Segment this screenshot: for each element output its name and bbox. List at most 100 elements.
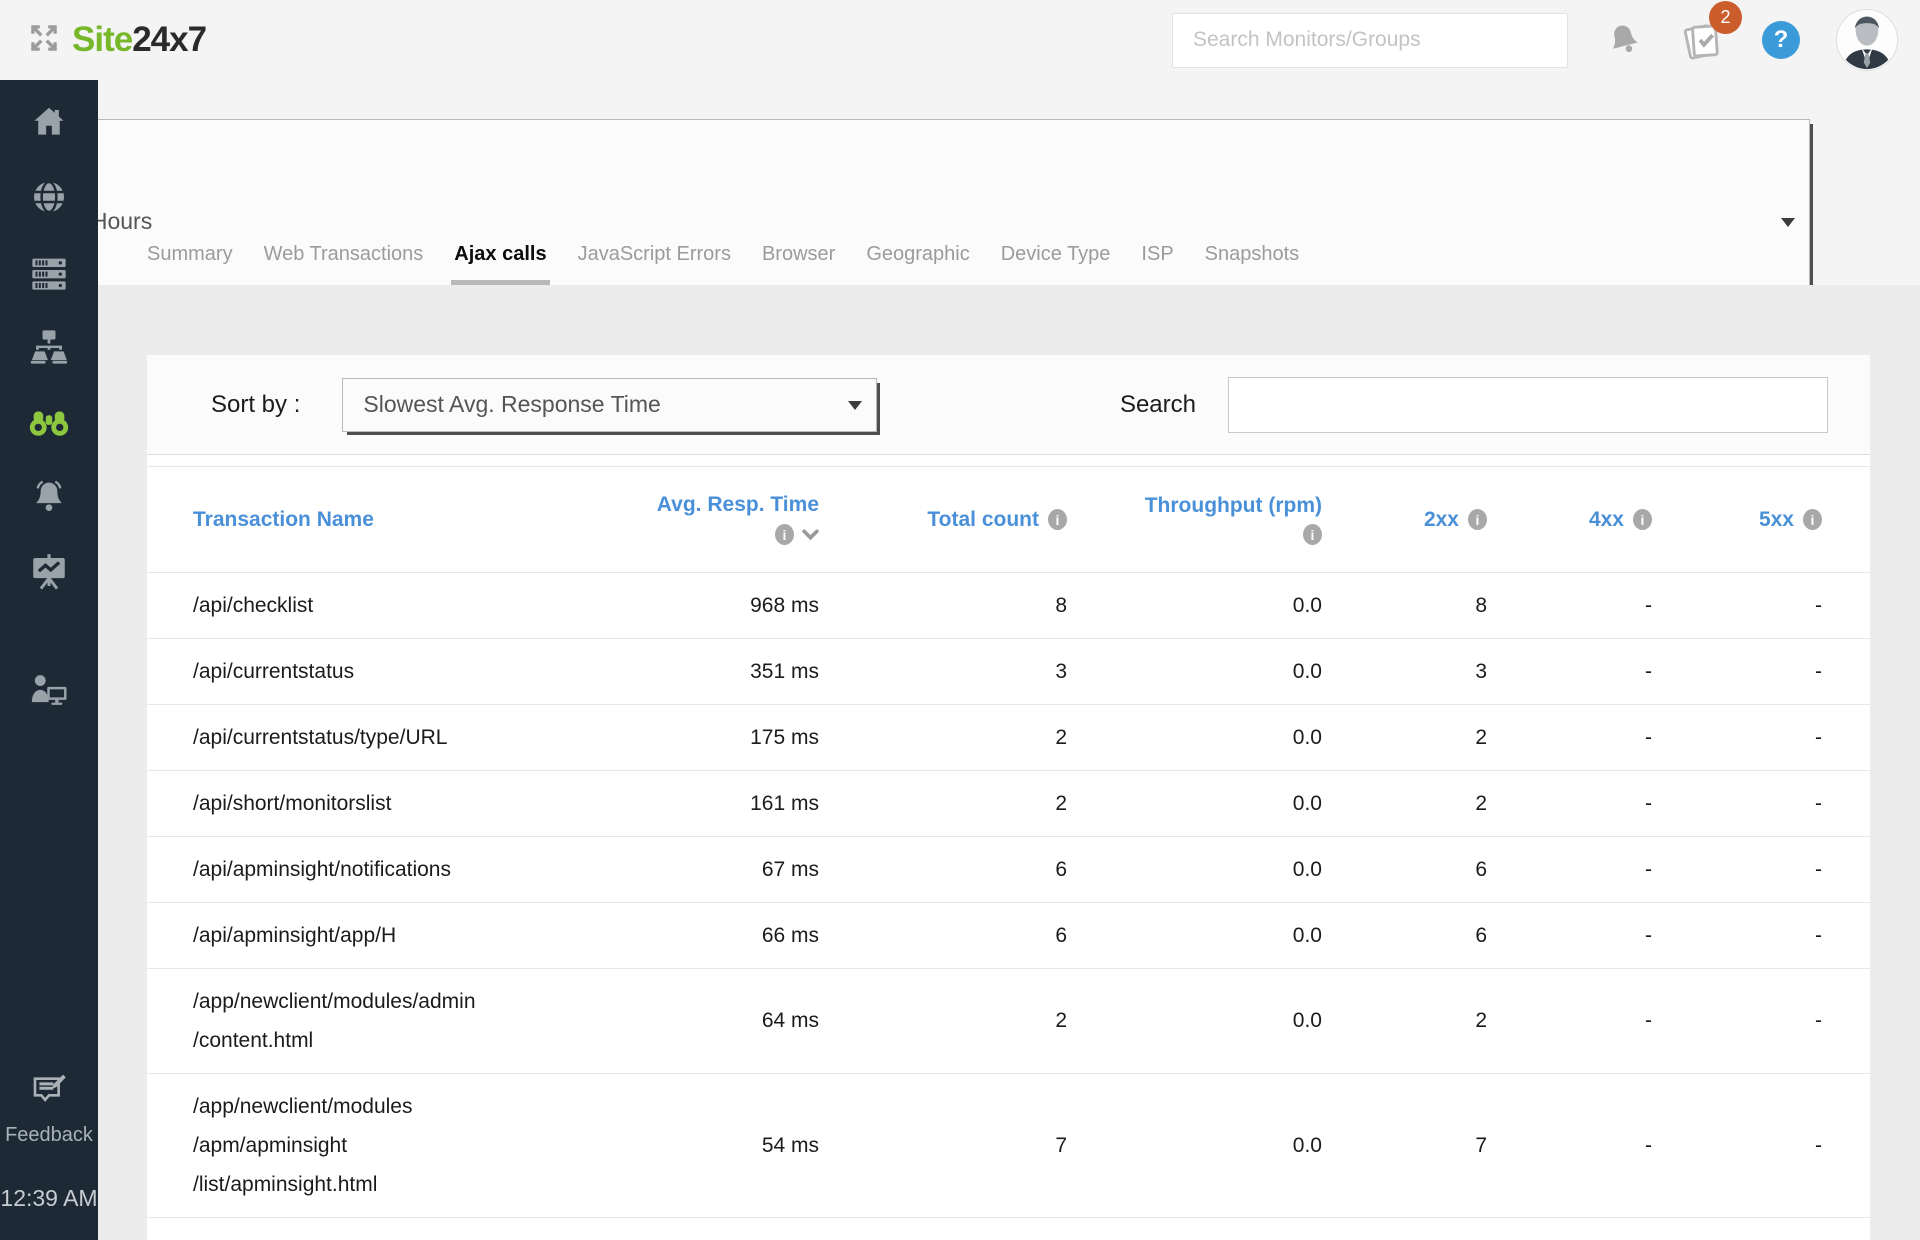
cell-5xx: - — [1815, 791, 1822, 815]
sort-by-label: Sort by : — [211, 390, 301, 418]
toolbar: Sort by : Slowest Avg. Response Time Sea… — [147, 355, 1870, 455]
sidebar-item-home[interactable] — [0, 84, 98, 159]
table-row[interactable]: /api/currentstatus/type/URL 175 ms 2 0.0… — [147, 704, 1870, 770]
cell-throughput: 0.0 — [1292, 857, 1322, 881]
cell-transaction-name[interactable]: /api/short/monitorslist — [193, 771, 579, 836]
cell-total-count: 2 — [1055, 791, 1067, 815]
notifications-bell-icon[interactable] — [1604, 20, 1644, 60]
sidebar-item-alarms-bell[interactable] — [0, 459, 98, 534]
cell-avg-resp-time: 175 ms — [750, 725, 819, 749]
table-row[interactable]: /api/apminsight/app/H 66 ms 6 0.0 6 - - — [147, 902, 1870, 968]
column-header-avg-resp-time[interactable]: Avg. Resp. Time i — [579, 493, 819, 547]
tab-bar: Summary Web Transactions Ajax calls JavaScr… — [147, 243, 1299, 285]
cell-2xx: 6 — [1475, 923, 1487, 947]
tab-isp[interactable]: ISP — [1141, 243, 1173, 285]
sort-by-value: Slowest Avg. Response Time — [363, 391, 661, 417]
cell-total-count: 2 — [1055, 1009, 1067, 1032]
cell-2xx: 2 — [1475, 1009, 1487, 1032]
tab-javascript-errors[interactable]: JavaScript Errors — [578, 243, 731, 285]
cell-transaction-name[interactable]: /app/newclient/modules/admin /content.ht… — [193, 969, 579, 1073]
cell-avg-resp-time: 351 ms — [750, 659, 819, 683]
cell-throughput: 0.0 — [1292, 1133, 1322, 1157]
column-header-5xx[interactable]: 5xx i — [1652, 508, 1822, 532]
cell-total-count: 8 — [1055, 593, 1067, 617]
cell-throughput: 0.0 — [1292, 791, 1322, 815]
table-row[interactable]: /api/short/monitorslist 161 ms 2 0.0 2 -… — [147, 770, 1870, 836]
logo-text: Site24x7 — [72, 20, 207, 59]
tab-browser[interactable]: Browser — [762, 243, 835, 285]
info-icon[interactable]: i — [1468, 509, 1487, 530]
cell-transaction-name[interactable]: /api/currentstatus/type/URL — [193, 705, 579, 770]
cell-avg-resp-time: 161 ms — [750, 791, 819, 815]
info-icon[interactable]: i — [1303, 524, 1322, 545]
cell-4xx: - — [1645, 857, 1652, 881]
info-icon[interactable]: i — [1048, 509, 1067, 530]
search-input[interactable] — [1172, 12, 1568, 68]
sidebar-item-internet[interactable] — [0, 159, 98, 234]
cell-4xx: - — [1645, 791, 1652, 815]
cell-transaction-name[interactable]: /app/newclient/modules /apm/apminsight /… — [193, 1074, 579, 1217]
sidebar-item-rum-binoculars[interactable] — [0, 384, 98, 459]
tab-geographic[interactable]: Geographic — [866, 243, 969, 285]
tab-ajax-calls[interactable]: Ajax calls — [451, 243, 550, 285]
cell-2xx: 6 — [1475, 857, 1487, 881]
table-row[interactable]: /api/currentstatus 351 ms 3 0.0 3 - - — [147, 638, 1870, 704]
cell-total-count: 2 — [1055, 725, 1067, 749]
cell-5xx: - — [1815, 857, 1822, 881]
cell-transaction-name[interactable]: /api/checklist — [193, 573, 579, 638]
cell-4xx: - — [1645, 725, 1652, 749]
cell-transaction-name[interactable]: /api/apminsight/notifications — [193, 837, 579, 902]
tasks-icon[interactable]: 2 — [1680, 1, 1742, 63]
sidebar-item-servers[interactable] — [0, 234, 98, 309]
sidebar-item-reports[interactable] — [0, 534, 98, 609]
expand-arrows-icon[interactable] — [26, 20, 62, 61]
table-body: /api/checklist 968 ms 8 0.0 8 - - /api/c… — [147, 572, 1870, 1240]
table-row[interactable]: /api/checklist 968 ms 8 0.0 8 - - — [147, 572, 1870, 638]
divider — [147, 455, 1870, 467]
table-row[interactable]: /app/newclient/modules — [147, 1217, 1870, 1240]
app-root: Site24x7 2 ? — [0, 0, 1920, 1240]
monitor-header-section: RUM-Angular-Localbuild Last 12 Hours Sum… — [0, 80, 1920, 324]
main-content: RUM-Angular-Localbuild Last 12 Hours Sum… — [0, 80, 1920, 1240]
cell-5xx: - — [1815, 1009, 1822, 1032]
cell-avg-resp-time: 64 ms — [761, 1009, 819, 1032]
cell-4xx: - — [1645, 593, 1652, 617]
table-search-input[interactable] — [1228, 376, 1828, 433]
notification-badge: 2 — [1709, 1, 1742, 34]
sidebar-item-admin[interactable] — [0, 651, 98, 726]
chevron-down-icon — [1781, 217, 1795, 227]
info-icon[interactable]: i — [1633, 509, 1652, 530]
top-bar: Site24x7 2 ? — [0, 0, 1920, 80]
table-row[interactable]: /app/newclient/modules/admin /content.ht… — [147, 968, 1870, 1073]
cell-4xx: - — [1645, 923, 1652, 947]
feedback-button[interactable]: Feedback — [5, 1069, 93, 1147]
cell-5xx: - — [1815, 725, 1822, 749]
logo[interactable]: Site24x7 — [0, 20, 207, 61]
column-header-2xx[interactable]: 2xx i — [1322, 508, 1487, 532]
cell-5xx: - — [1815, 923, 1822, 947]
tab-summary[interactable]: Summary — [147, 243, 233, 285]
tab-device-type[interactable]: Device Type — [1001, 243, 1111, 285]
avatar[interactable] — [1836, 9, 1898, 71]
sort-direction-icon[interactable] — [802, 523, 819, 547]
local-time: 12:39 AM — [0, 1185, 98, 1211]
tab-web-transactions[interactable]: Web Transactions — [264, 243, 424, 285]
table-row[interactable]: /api/apminsight/notifications 67 ms 6 0.… — [147, 836, 1870, 902]
cell-transaction-name[interactable]: /api/currentstatus — [193, 639, 579, 704]
tab-snapshots[interactable]: Snapshots — [1205, 243, 1300, 285]
help-icon[interactable]: ? — [1762, 21, 1800, 59]
column-header-4xx[interactable]: 4xx i — [1487, 508, 1652, 532]
table-row[interactable]: /app/newclient/modules /apm/apminsight /… — [147, 1073, 1870, 1217]
cell-transaction-name[interactable]: /app/newclient/modules — [193, 1218, 579, 1240]
cell-avg-resp-time: 66 ms — [761, 923, 819, 947]
column-header-throughput[interactable]: Throughput (rpm) i — [1067, 494, 1322, 545]
cell-throughput: 0.0 — [1292, 725, 1322, 749]
ajax-calls-panel: Sort by : Slowest Avg. Response Time Sea… — [147, 355, 1870, 1240]
info-icon[interactable]: i — [1803, 509, 1822, 530]
column-header-total-count[interactable]: Total count i — [819, 508, 1067, 532]
sidebar-item-network[interactable] — [0, 309, 98, 384]
info-icon[interactable]: i — [775, 524, 794, 545]
column-header-transaction-name[interactable]: Transaction Name — [193, 508, 579, 532]
sort-by-select[interactable]: Slowest Avg. Response Time — [342, 377, 878, 432]
cell-transaction-name[interactable]: /api/apminsight/app/H — [193, 903, 579, 968]
